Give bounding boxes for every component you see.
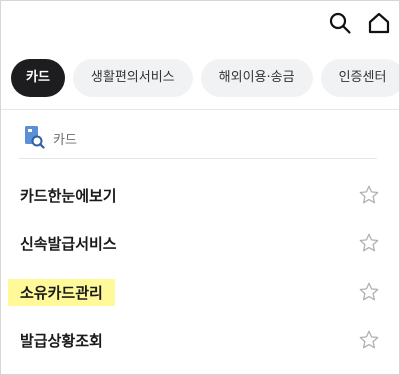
menu-item-quick-issue[interactable]: 신속발급서비스 [1,221,399,267]
home-icon[interactable] [367,11,391,35]
divider [1,109,399,110]
chip-overseas-remittance[interactable]: 해외이용·송금 [200,59,313,97]
app-frame: 카드 생활편의서비스 해외이용·송금 인증센터 카드 카드한눈에보기 신속발급서비스 … [0,0,400,375]
star-icon[interactable] [358,329,380,351]
star-icon[interactable] [358,281,380,303]
menu-item-label-highlighted: 소유카드관리 [8,279,115,306]
star-icon[interactable] [358,184,380,206]
menu-item-label: 카드한눈에보기 [20,187,117,205]
search-icon[interactable] [328,11,352,35]
chip-authentication-center[interactable]: 인증센터 [320,59,399,97]
card-search-icon [25,126,45,149]
section-title: 카드 [53,133,77,148]
menu-item-label: 발급상황조회 [20,332,103,350]
menu-item-owned-card-management[interactable]: 소유카드관리 [1,270,399,316]
chip-card[interactable]: 카드 [11,59,65,97]
section-divider [19,158,377,159]
chip-lifestyle-services[interactable]: 생활편의서비스 [72,59,193,97]
star-icon[interactable] [358,232,380,254]
top-bar [1,1,399,45]
menu-item-issue-status[interactable]: 발급상황조회 [1,318,399,364]
menu-item-card-overview[interactable]: 카드한눈에보기 [1,173,399,219]
category-chips: 카드 생활편의서비스 해외이용·송금 인증센터 [11,59,399,99]
menu-item-label: 신속발급서비스 [20,235,117,253]
